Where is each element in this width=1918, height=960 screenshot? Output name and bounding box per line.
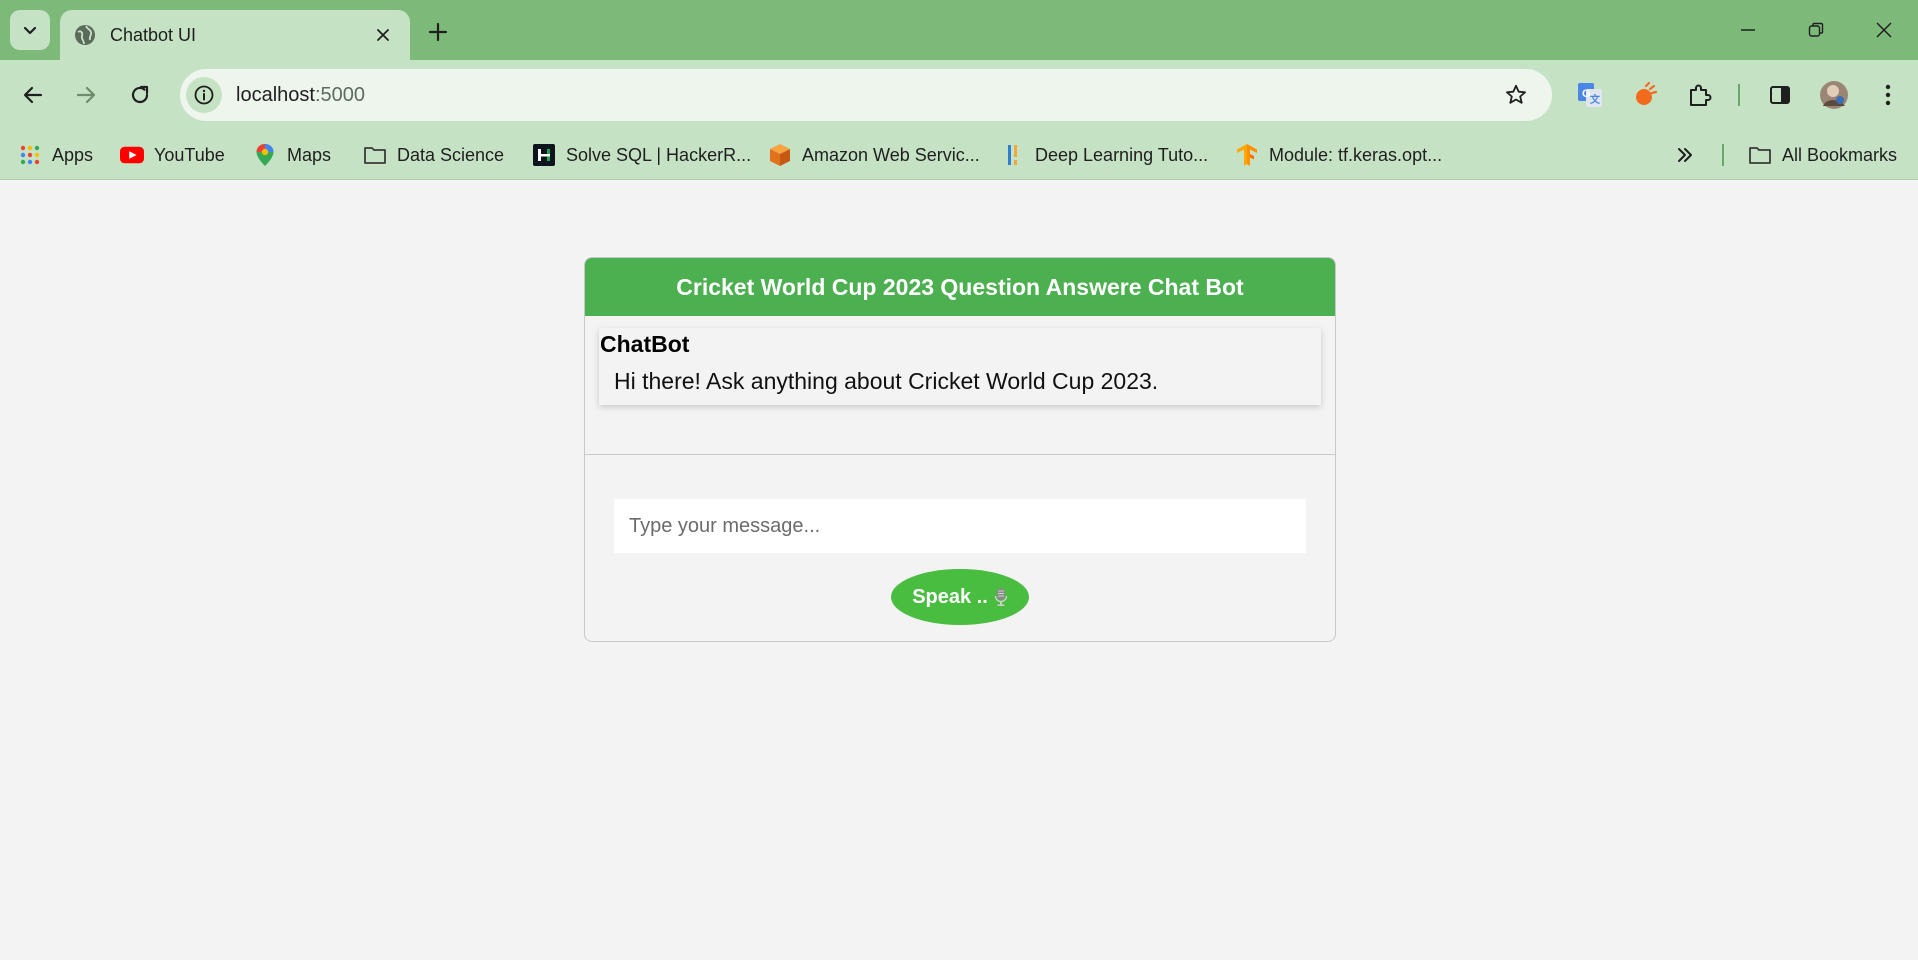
url-host: localhost — [236, 83, 315, 106]
bookmark-youtube[interactable]: YouTube — [120, 140, 225, 170]
double-chevron-right-icon — [1678, 148, 1692, 162]
google-translate-icon: G文 — [1578, 83, 1602, 107]
youtube-icon — [120, 143, 144, 167]
bookmark-label: Maps — [287, 144, 332, 165]
deep-learning-icon — [1001, 143, 1025, 167]
browser-toolbar: localhost:5000 G文 — [0, 60, 1918, 130]
side-panel-button[interactable] — [1760, 75, 1800, 115]
bookmark-tensorflow[interactable]: Module: tf.keras.opt... — [1235, 140, 1442, 170]
message-input[interactable] — [614, 499, 1306, 553]
globe-icon — [75, 25, 95, 45]
side-panel-icon — [1770, 86, 1790, 104]
restore-button[interactable] — [1792, 10, 1840, 50]
avatar — [1820, 81, 1848, 109]
maps-pin-icon — [253, 143, 277, 167]
address-bar[interactable]: localhost:5000 — [180, 69, 1552, 121]
bookmark-label: Amazon Web Servic... — [802, 144, 980, 165]
star-icon — [1506, 84, 1526, 104]
bookmark-apps[interactable]: Apps — [18, 140, 93, 170]
kebab-menu-icon — [1885, 84, 1891, 106]
bookmark-label: Apps — [52, 144, 94, 165]
arrow-right-icon — [76, 86, 96, 104]
info-icon — [194, 85, 214, 105]
hand-wave-icon — [1636, 82, 1658, 105]
bookmark-star-button[interactable] — [1496, 75, 1536, 115]
microphone-icon — [994, 588, 1007, 606]
minimize-icon — [1741, 29, 1755, 31]
browser-tab[interactable]: Chatbot UI — [60, 10, 410, 60]
svg-text:文: 文 — [1590, 93, 1601, 106]
browser-titlebar: Chatbot UI — [0, 0, 1918, 60]
extensions-button[interactable] — [1680, 75, 1720, 115]
url-port: :5000 — [314, 83, 365, 106]
close-icon — [377, 29, 389, 41]
reload-button[interactable] — [120, 75, 160, 115]
tab-search-button[interactable] — [10, 10, 50, 50]
new-tab-button[interactable] — [420, 14, 456, 50]
aws-cube-icon — [768, 143, 792, 167]
browser-menu-button[interactable] — [1868, 75, 1908, 115]
puzzle-icon — [1690, 84, 1712, 106]
bookmark-data-science[interactable]: Data Science — [363, 140, 504, 170]
bookmarks-bar: Apps YouTube Maps Data Science Solve SQL… — [0, 130, 1918, 180]
message-sender: ChatBot — [600, 331, 690, 357]
google-translate-extension[interactable]: G文 — [1570, 75, 1610, 115]
reload-icon — [131, 85, 149, 104]
speak-button-label: Speak .. — [912, 585, 988, 608]
chevron-down-icon — [23, 26, 37, 35]
chat-header: Cricket World Cup 2023 Question Answere … — [585, 258, 1335, 316]
all-bookmarks-label: All Bookmarks — [1782, 144, 1898, 165]
apps-grid-icon — [18, 143, 42, 167]
folder-icon — [363, 143, 387, 167]
bookmark-deep-learning[interactable]: Deep Learning Tuto... — [1001, 140, 1208, 170]
close-tab-button[interactable] — [370, 22, 396, 48]
message-text: Hi there! Ask anything about Cricket Wor… — [614, 368, 1159, 394]
speak-button[interactable]: Speak .. — [891, 569, 1029, 625]
chat-title: Cricket World Cup 2023 Question Answere … — [676, 273, 1244, 300]
forward-button[interactable] — [66, 75, 106, 115]
tensorflow-icon — [1235, 143, 1259, 167]
bookmark-hackerrank[interactable]: Solve SQL | HackerR... — [532, 140, 751, 170]
close-window-button[interactable] — [1860, 10, 1908, 50]
message-bubble: ChatBot Hi there! Ask anything about Cri… — [599, 328, 1321, 405]
bookmark-maps[interactable]: Maps — [253, 140, 331, 170]
bookmark-label: Deep Learning Tuto... — [1035, 144, 1209, 165]
bookmarks-overflow-button[interactable] — [1676, 140, 1694, 170]
chat-messages: ChatBot Hi there! Ask anything about Cri… — [585, 316, 1335, 455]
bookmark-aws[interactable]: Amazon Web Servic... — [768, 140, 980, 170]
folder-icon — [1748, 143, 1772, 167]
speak-wrap: Speak .. — [614, 569, 1306, 625]
toolbar-divider — [1738, 84, 1740, 106]
restore-icon — [1808, 22, 1824, 37]
chat-container: Cricket World Cup 2023 Question Answere … — [584, 257, 1336, 642]
chat-input-area: Speak .. — [585, 455, 1335, 625]
plus-icon — [428, 22, 448, 42]
bookmarks-divider — [1722, 144, 1724, 166]
profile-button[interactable] — [1814, 75, 1854, 115]
minimize-button[interactable] — [1724, 10, 1772, 50]
close-icon — [1876, 22, 1892, 38]
bookmark-label: YouTube — [154, 144, 225, 165]
tab-title: Chatbot UI — [110, 24, 197, 45]
bookmark-label: Module: tf.keras.opt... — [1269, 144, 1443, 165]
site-info-button[interactable] — [186, 77, 222, 113]
url-text[interactable]: localhost:5000 — [236, 84, 1496, 107]
bookmark-label: Data Science — [397, 144, 505, 165]
back-button[interactable] — [13, 75, 53, 115]
hackerrank-icon — [532, 143, 556, 167]
arrow-left-icon — [23, 86, 43, 104]
orange-extension[interactable] — [1625, 75, 1665, 115]
bookmark-label: Solve SQL | HackerR... — [566, 144, 752, 165]
all-bookmarks-button[interactable]: All Bookmarks — [1748, 140, 1897, 170]
